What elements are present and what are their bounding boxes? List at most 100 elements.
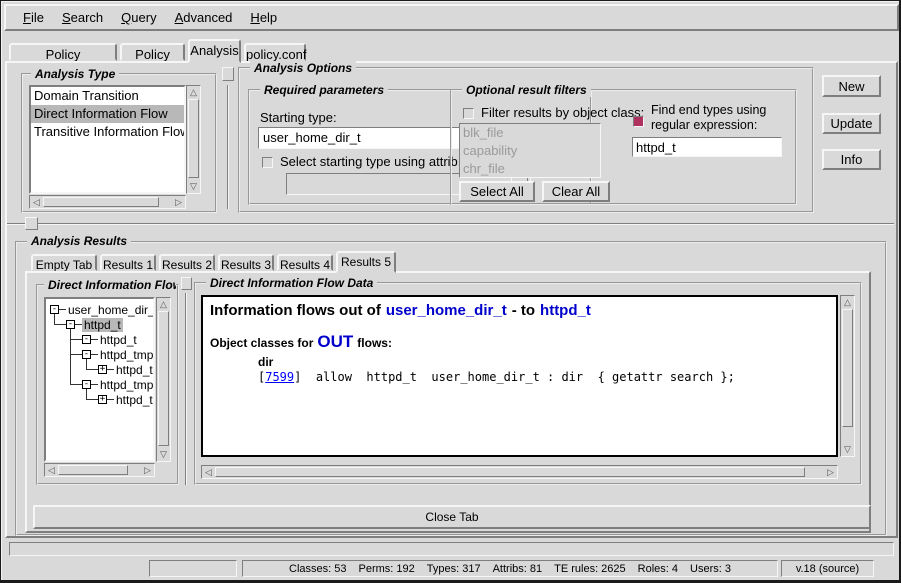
sash-line[interactable]: [185, 293, 187, 485]
menu-query[interactable]: Query: [112, 7, 165, 28]
list-item[interactable]: Transitive Information Flow: [31, 123, 184, 141]
menu-help[interactable]: Help: [241, 7, 286, 28]
expander-icon[interactable]: -: [82, 335, 91, 344]
sash-line[interactable]: [227, 85, 229, 209]
analysis-type-hscroll[interactable]: ◁ ▷: [29, 195, 186, 209]
tree-node[interactable]: + httpd_t: [98, 362, 155, 377]
tree-node[interactable]: + httpd_t: [98, 392, 155, 407]
list-item[interactable]: Domain Transition: [31, 87, 184, 105]
tree-node[interactable]: -httpd_tmp_t: [82, 347, 155, 362]
rule-id-link[interactable]: 7599: [265, 370, 294, 384]
sash-line[interactable]: [7, 223, 894, 225]
tree-node[interactable]: -user_home_dir_t: [50, 302, 155, 317]
regex-input[interactable]: [632, 137, 782, 157]
expander-icon[interactable]: -: [82, 380, 91, 389]
tree-node-label-selected[interactable]: httpd_t: [82, 318, 123, 332]
flow-data-textarea[interactable]: Information flows out ofuser_home_dir_t-…: [201, 295, 838, 457]
scroll-up-icon[interactable]: △: [841, 296, 854, 309]
tab-analysis[interactable]: Analysis: [188, 39, 241, 63]
analysis-type-listbox[interactable]: Domain Transition Direct Information Flo…: [29, 85, 186, 194]
close-tab-button[interactable]: Close Tab: [33, 505, 871, 529]
version-label: v.18 (source): [796, 563, 859, 575]
stat-te-rules: TE rules: 2625: [554, 563, 626, 575]
tree-node[interactable]: -httpd_t: [66, 317, 123, 332]
clear-all-button[interactable]: Clear All: [542, 181, 610, 202]
tree-node-label[interactable]: httpd_tmp_t: [98, 348, 155, 362]
subhead-prefix: Object classes for: [210, 336, 313, 350]
tree-node[interactable]: -httpd_tmpfs_: [82, 377, 155, 392]
tree-node-label[interactable]: user_home_dir_t: [66, 303, 155, 317]
results-tab-5[interactable]: Results 5: [336, 251, 396, 273]
results-tab-empty[interactable]: Empty Tab: [31, 254, 97, 271]
starting-type-label: Starting type:: [260, 110, 337, 125]
scroll-up-icon[interactable]: △: [187, 86, 200, 99]
filter-object-class-checkbox[interactable]: [463, 108, 474, 119]
attrib-checkbox[interactable]: [262, 157, 273, 168]
sash-grip[interactable]: [25, 217, 38, 230]
scroll-down-icon[interactable]: ▽: [841, 443, 854, 456]
scroll-thumb[interactable]: [215, 467, 805, 477]
sash-grip[interactable]: [181, 277, 192, 290]
update-button[interactable]: Update: [822, 113, 881, 134]
scroll-thumb[interactable]: [43, 197, 159, 207]
scroll-left-icon[interactable]: ◁: [202, 466, 215, 478]
regex-checkbox-checked[interactable]: [633, 116, 644, 127]
scroll-thumb[interactable]: [842, 309, 853, 427]
scroll-down-icon[interactable]: ▽: [187, 180, 200, 193]
tree-vscroll[interactable]: △ ▽: [156, 297, 171, 462]
expander-icon[interactable]: -: [66, 320, 75, 329]
allow-rule-line: [7599] allow httpd_t user_home_dir_t : d…: [210, 370, 829, 384]
expander-icon[interactable]: -: [82, 350, 91, 359]
status-policy-stats: Classes: 53 Perms: 192 Types: 317 Attrib…: [242, 560, 778, 577]
expander-icon[interactable]: +: [98, 365, 107, 374]
stat-perms: Perms: 192: [359, 563, 415, 575]
scroll-up-icon[interactable]: △: [157, 298, 170, 311]
list-item-selected[interactable]: Direct Information Flow: [31, 105, 184, 123]
headline-source-type: user_home_dir_t: [386, 302, 507, 319]
tree-node-label[interactable]: httpd_t: [98, 333, 139, 347]
select-all-button[interactable]: Select All: [459, 181, 535, 202]
tree-hscroll[interactable]: ◁ ▷: [44, 463, 155, 477]
new-button[interactable]: New: [822, 75, 881, 97]
menu-search[interactable]: Search: [53, 7, 112, 28]
tree-node-label[interactable]: httpd_t: [114, 363, 155, 377]
scroll-left-icon[interactable]: ◁: [30, 196, 43, 208]
tree-node-label[interactable]: httpd_t: [114, 393, 155, 407]
filter-object-class-label: Filter results by object class:: [481, 105, 644, 120]
tree-node-label[interactable]: httpd_tmpfs_: [98, 378, 155, 392]
attrib-checkbox-label: Select starting type using attrib:: [280, 154, 461, 169]
scroll-right-icon[interactable]: ▷: [824, 466, 837, 478]
analysis-results-title: Analysis Results: [27, 234, 131, 248]
headline-prefix: Information flows out of: [210, 302, 381, 319]
results-tab-2[interactable]: Results 2: [159, 254, 215, 271]
results-tab-4[interactable]: Results 4: [277, 254, 333, 271]
menu-file[interactable]: File: [14, 7, 53, 28]
info-button[interactable]: Info: [822, 149, 881, 170]
tab-policy-rules[interactable]: Policy Rules: [120, 43, 185, 61]
scroll-down-icon[interactable]: ▽: [157, 448, 170, 461]
flow-tree[interactable]: -user_home_dir_t -httpd_t -httpd_t -http…: [44, 297, 155, 462]
tree-node[interactable]: -httpd_t: [82, 332, 139, 347]
scroll-thumb[interactable]: [158, 311, 169, 446]
expander-icon[interactable]: -: [50, 305, 59, 314]
analysis-type-vscroll[interactable]: △ ▽: [186, 85, 201, 194]
analysis-type-title: Analysis Type: [31, 67, 119, 81]
sash-grip[interactable]: [222, 67, 234, 81]
stat-types: Types: 317: [427, 563, 481, 575]
scroll-thumb[interactable]: [188, 99, 199, 178]
results-tab-1[interactable]: Results 1: [100, 254, 156, 271]
rule-text: allow httpd_t user_home_dir_t : dir { ge…: [301, 370, 734, 384]
menu-advanced[interactable]: Advanced: [166, 7, 242, 28]
scroll-right-icon[interactable]: ▷: [141, 464, 154, 476]
scroll-left-icon[interactable]: ◁: [45, 464, 58, 476]
data-hscroll[interactable]: ◁ ▷: [201, 465, 838, 479]
expander-icon[interactable]: +: [98, 395, 107, 404]
data-vscroll[interactable]: △ ▽: [840, 295, 855, 457]
tree-connector: [70, 327, 71, 384]
tab-policy-components[interactable]: Policy Components: [9, 43, 117, 61]
tab-policy-conf[interactable]: policy.conf: [244, 43, 306, 61]
scroll-right-icon[interactable]: ▷: [172, 196, 185, 208]
list-item: chr_file: [460, 160, 600, 178]
scroll-thumb[interactable]: [58, 465, 128, 475]
results-tab-3[interactable]: Results 3: [218, 254, 274, 271]
